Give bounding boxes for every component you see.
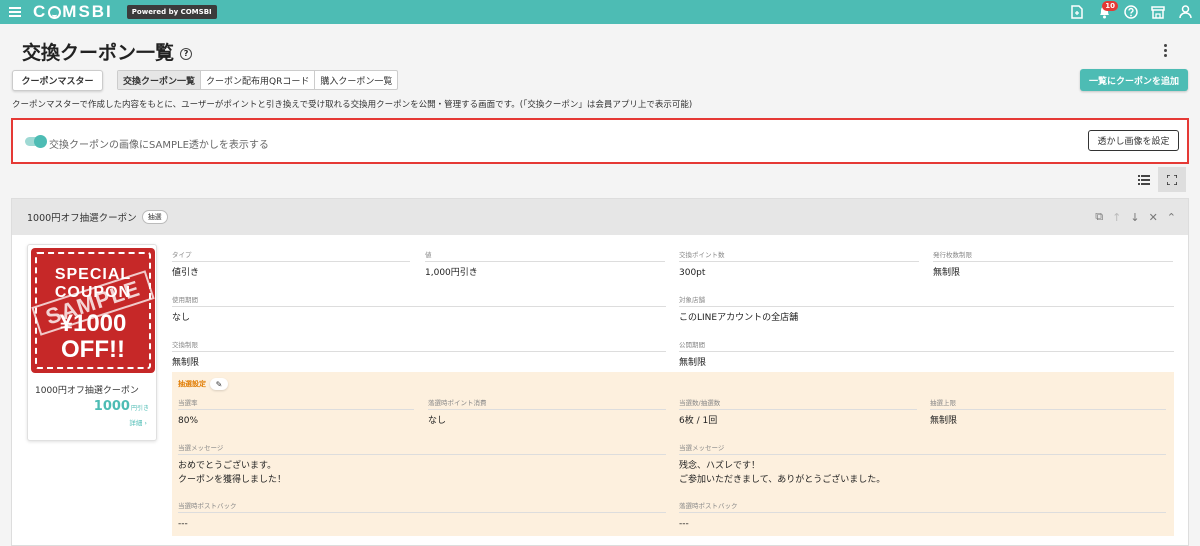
coupon-card: 1000円オフ抽選クーポン 抽選 ⧉ ↑ ↓ ✕ ⌃ SPECIAL COUPO… — [11, 198, 1189, 546]
watermark-toggle[interactable] — [25, 135, 47, 148]
field-type: タイプ 値引き — [172, 249, 410, 280]
user-icon[interactable] — [1178, 5, 1192, 19]
collapse-icon[interactable]: ⌃ — [1167, 211, 1176, 224]
help-circle-icon[interactable]: ? — [180, 47, 193, 60]
powered-by-badge: Powered by COMSBI — [126, 5, 217, 19]
tab-qr-code[interactable]: クーポン配布用QRコード — [201, 71, 316, 89]
set-watermark-button[interactable]: 透かし画像を設定 — [1088, 130, 1179, 151]
preview-coupon-name: 1000円オフ抽選クーポン — [35, 386, 139, 396]
expand-view-icon[interactable] — [1158, 167, 1186, 192]
field-win-rate: 当選率 80% — [178, 397, 414, 428]
add-coupon-button[interactable]: 一覧にクーポンを追加 — [1080, 69, 1188, 91]
smile-icon — [48, 5, 62, 19]
edit-pencil-icon[interactable]: ✎ — [210, 378, 228, 390]
field-win-count: 当選数/抽選数 6枚 / 1回 — [679, 397, 917, 428]
move-up-icon[interactable]: ↑ — [1112, 211, 1121, 224]
coupon-image: SPECIAL COUPON ¥1000 OFF!! SAMPLE — [31, 248, 155, 373]
coupon-card-header: 1000円オフ抽選クーポン 抽選 ⧉ ↑ ↓ ✕ ⌃ — [12, 199, 1188, 235]
copy-icon[interactable]: ⧉ — [1095, 210, 1103, 224]
move-down-icon[interactable]: ↓ — [1130, 211, 1139, 224]
field-exchange-points: 交換ポイント数 300pt — [679, 249, 919, 280]
watermark-toggle-label: 交換クーポンの画像にSAMPLE透かしを表示する — [49, 140, 269, 151]
field-win-postback: 当選時ポストバック --- — [178, 500, 666, 531]
tab-purchase-coupon-list[interactable]: 購入クーポン一覧 — [315, 71, 397, 89]
coupon-master-button[interactable]: クーポンマスター — [12, 70, 103, 91]
field-lose-postback: 落選時ポストバック --- — [679, 500, 1166, 531]
field-usage-period: 使用期間 なし — [172, 294, 666, 325]
field-exchange-limit: 交換制限 無制限 — [172, 339, 666, 370]
field-issue-limit: 発行枚数制限 無制限 — [933, 249, 1173, 280]
tab-exchange-coupon-list[interactable]: 交換クーポン一覧 — [118, 71, 202, 89]
coupon-preview[interactable]: SPECIAL COUPON ¥1000 OFF!! SAMPLE 1000円オ… — [27, 244, 157, 441]
field-lottery-cap: 抽選上限 無制限 — [930, 397, 1166, 428]
top-bar: C MSBI Powered by COMSBI 10 — [0, 0, 1200, 24]
tab-group: 交換クーポン一覧 クーポン配布用QRコード 購入クーポン一覧 — [117, 70, 399, 90]
coupon-title: 1000円オフ抽選クーポン — [27, 213, 137, 224]
lottery-settings-title: 抽選設定 — [178, 380, 206, 388]
logo[interactable]: C MSBI — [33, 2, 113, 22]
field-win-message: 当選メッセージ おめでとうございます。 クーポンを獲得しました！ — [178, 442, 666, 487]
field-target-store: 対象店舗 このLINEアカウントの全店舗 — [679, 294, 1174, 325]
field-lose-point-consumption: 落選時ポイント消費 なし — [428, 397, 666, 428]
lottery-settings-panel: 抽選設定 ✎ 当選率 80% 落選時ポイント消費 なし 当選数/抽選数 6枚 /… — [172, 372, 1174, 536]
lottery-badge: 抽選 — [141, 210, 168, 224]
bell-icon[interactable]: 10 — [1097, 1, 1118, 19]
menu-icon[interactable] — [9, 7, 21, 17]
list-view-icon[interactable] — [1130, 167, 1158, 192]
field-publish-period: 公開期間 無制限 — [679, 339, 1174, 370]
notification-badge: 10 — [1102, 1, 1118, 11]
document-icon[interactable] — [1070, 5, 1084, 19]
help-icon[interactable] — [1124, 5, 1138, 19]
watermark-setting-panel: 交換クーポンの画像にSAMPLE透かしを表示する 透かし画像を設定 — [11, 118, 1189, 164]
field-lose-message: 当選メッセージ 残念、ハズレです！ ご参加いただきまして、ありがとうございました。 — [679, 442, 1166, 487]
page-title: 交換クーポン一覧 ? — [22, 38, 193, 65]
page-description: クーポンマスターで作成した内容をもとに、ユーザーがポイントと引き換えで受け取れる… — [12, 100, 693, 110]
preview-coupon-value: 1000円引き — [93, 399, 149, 414]
preview-detail-link[interactable]: 詳細 › — [129, 417, 147, 427]
view-toggle — [1130, 167, 1186, 192]
close-icon[interactable]: ✕ — [1149, 211, 1158, 224]
more-options-icon[interactable] — [1164, 44, 1167, 57]
store-icon[interactable] — [1151, 5, 1165, 19]
field-value: 値 1,000円引き — [425, 249, 665, 280]
